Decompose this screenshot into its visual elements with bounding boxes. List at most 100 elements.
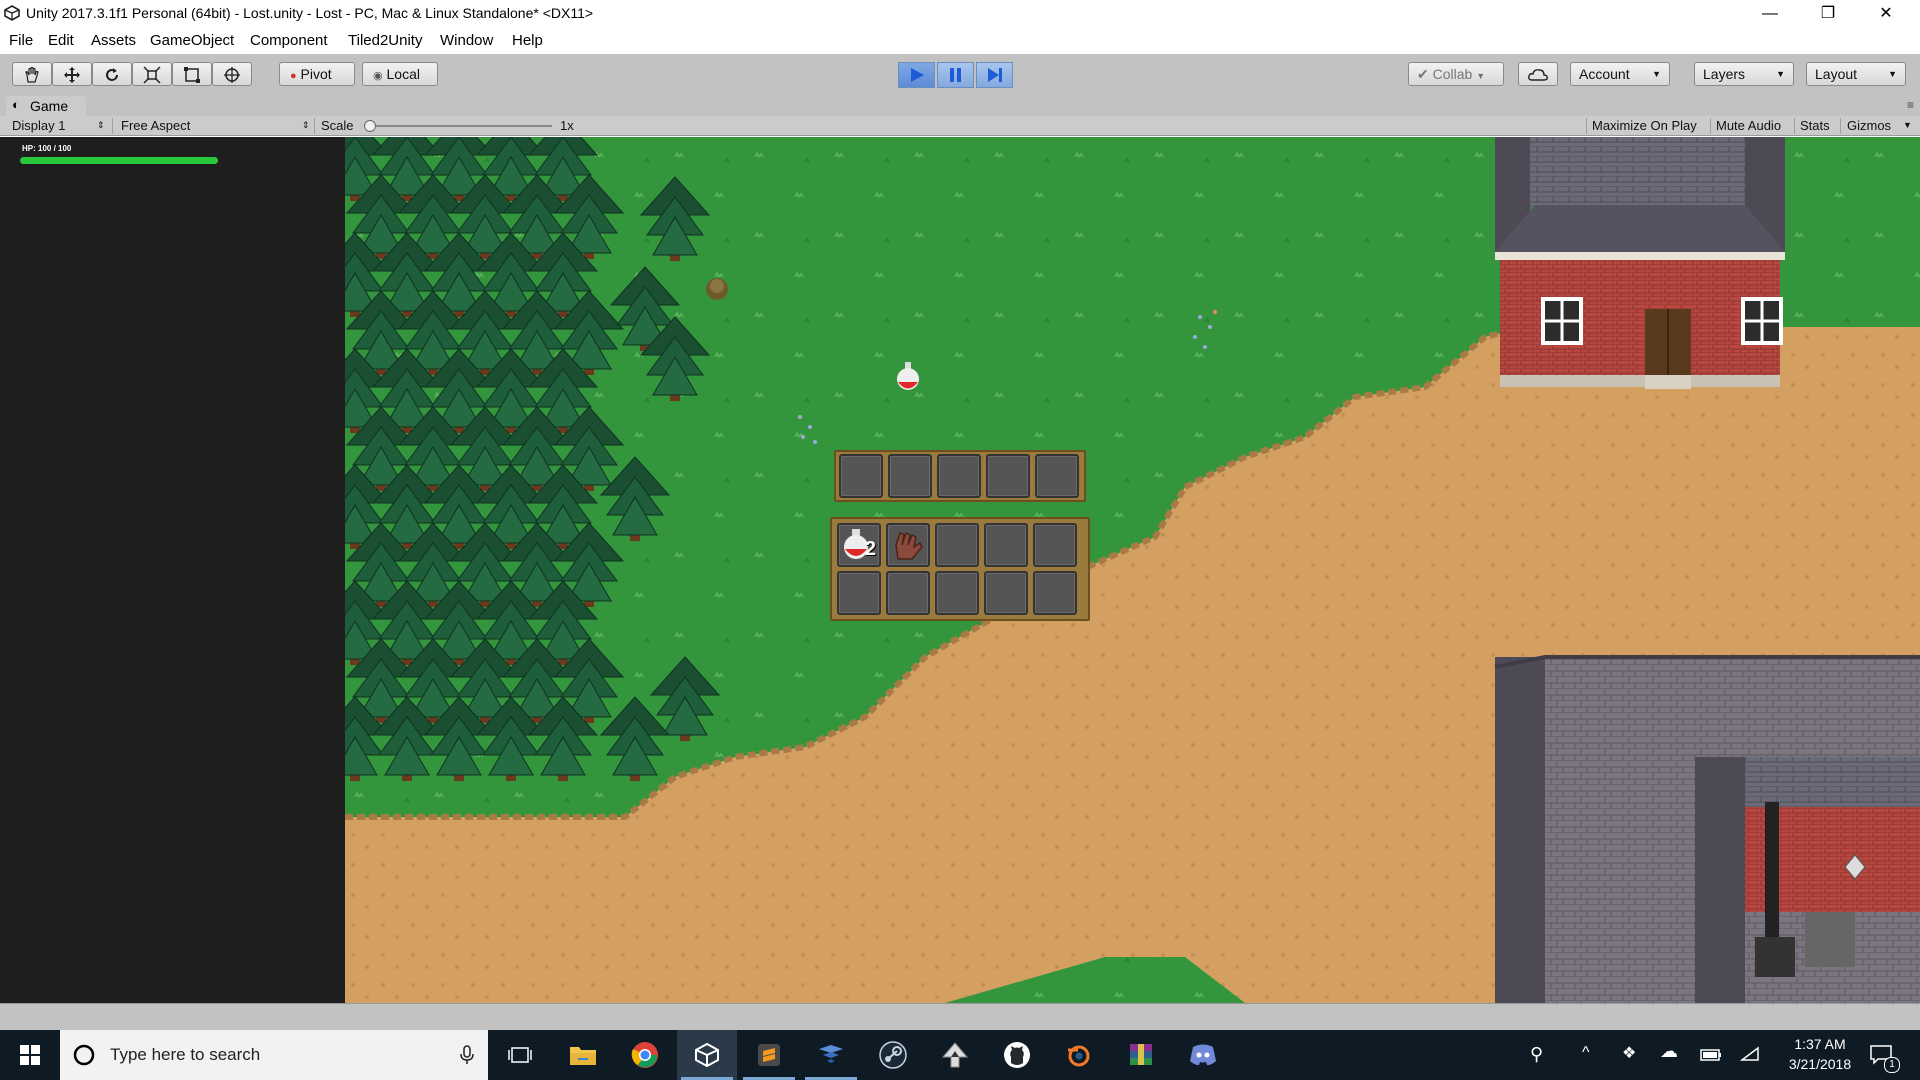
window-title-bar: Unity 2017.3.1f1 Personal (64bit) - Lost…	[0, 0, 1920, 28]
layers-dropdown[interactable]: Layers ▼	[1694, 62, 1794, 86]
blender-icon	[1068, 1045, 1090, 1067]
account-dropdown[interactable]: Account ▼	[1570, 62, 1670, 86]
inventory-slot[interactable]	[984, 571, 1028, 615]
cloud-button[interactable]	[1518, 62, 1558, 86]
inventory-slot[interactable]	[886, 523, 930, 567]
unity-icon	[695, 1042, 719, 1068]
blacksmith-building	[1494, 655, 1920, 1003]
gizmos-dropdown[interactable]: Gizmos	[1847, 118, 1891, 134]
onedrive-icon[interactable]: ☁	[1660, 1041, 1678, 1062]
clock-date[interactable]: 3/21/2018	[1780, 1056, 1860, 1072]
microphone-icon	[460, 1045, 474, 1064]
menu-component[interactable]: Component	[250, 32, 328, 49]
hotbar-slot[interactable]	[839, 454, 883, 498]
aspect-dropdown[interactable]: Free Aspect	[121, 118, 190, 134]
layout-dropdown[interactable]: Layout ▼	[1806, 62, 1906, 86]
menu-help[interactable]: Help	[512, 32, 543, 49]
hotbar-slot[interactable]	[1035, 454, 1079, 498]
task-view-button[interactable]	[490, 1030, 550, 1080]
taskbar-unity[interactable]	[677, 1030, 737, 1080]
clock-time[interactable]: 1:37 AM	[1780, 1036, 1860, 1052]
taskbar-steam[interactable]	[863, 1030, 923, 1080]
chevron-up-icon[interactable]: ^	[1582, 1044, 1590, 1062]
hotbar-slot[interactable]	[937, 454, 981, 498]
taskbar-winrar[interactable]	[1111, 1030, 1171, 1080]
menu-gameobject[interactable]: GameObject	[150, 32, 234, 49]
taskbar-chrome[interactable]	[615, 1030, 675, 1080]
panel-menu-icon[interactable]: ≡	[1907, 98, 1914, 112]
menu-window[interactable]: Window	[440, 32, 493, 49]
rotate-tool-icon[interactable]	[92, 62, 132, 86]
collab-dropdown[interactable]: ✔ Collab ▼	[1408, 62, 1504, 86]
tab-game[interactable]: ◐ Game	[6, 96, 86, 116]
layers-label: Layers	[1703, 66, 1746, 82]
scale-slider-handle[interactable]	[364, 120, 376, 132]
taskbar-github[interactable]	[987, 1030, 1047, 1080]
maximize-on-play-toggle[interactable]: Maximize On Play	[1592, 118, 1697, 134]
layout-label: Layout	[1815, 66, 1858, 82]
inventory-slot[interactable]	[837, 571, 881, 615]
taskbar-tiled[interactable]	[801, 1030, 861, 1080]
inventory-slot[interactable]	[984, 523, 1028, 567]
stats-toggle[interactable]: Stats	[1800, 118, 1830, 134]
hotbar-slot[interactable]	[888, 454, 932, 498]
pause-button[interactable]	[937, 62, 974, 88]
menu-edit[interactable]: Edit	[48, 32, 74, 49]
inventory-slot[interactable]	[935, 571, 979, 615]
divider	[314, 118, 315, 134]
rect-tool-icon[interactable]	[172, 62, 212, 86]
transform-tool-icon[interactable]	[212, 62, 252, 86]
windows-logo-icon	[20, 1045, 40, 1065]
sublime-text-icon	[758, 1044, 780, 1066]
inventory-slot[interactable]	[1033, 523, 1077, 567]
inventory-slot[interactable]	[935, 523, 979, 567]
inventory-panel: 2	[830, 517, 1090, 621]
collab-check-icon: ✔	[1417, 66, 1429, 82]
scale-tool-icon[interactable]	[132, 62, 172, 86]
taskbar-discord[interactable]	[1173, 1030, 1233, 1080]
taskbar-inkscape[interactable]	[925, 1030, 985, 1080]
menu-tiled2unity[interactable]: Tiled2Unity	[348, 32, 422, 49]
winrar-icon	[1130, 1044, 1152, 1065]
minimize-button[interactable]: —	[1742, 0, 1798, 28]
taskbar-blender[interactable]	[1049, 1030, 1109, 1080]
taskbar-sublime[interactable]	[739, 1030, 799, 1080]
start-button[interactable]	[0, 1030, 60, 1080]
taskbar-file-explorer[interactable]	[553, 1030, 613, 1080]
inventory-slot[interactable]	[886, 571, 930, 615]
folder-icon	[570, 1047, 596, 1065]
display-dropdown[interactable]: Display 1	[12, 118, 65, 134]
hp-bar-track	[20, 157, 218, 164]
mute-audio-toggle[interactable]: Mute Audio	[1716, 118, 1781, 134]
move-tool-icon[interactable]	[52, 62, 92, 86]
chevron-updown-icon: ⇕	[302, 120, 310, 130]
game-view[interactable]: HP: 100 / 100 2	[0, 137, 1920, 1003]
close-button[interactable]: ✕	[1858, 0, 1914, 28]
menu-assets[interactable]: Assets	[91, 32, 136, 49]
game-tab-bar: ◐ Game ≡	[0, 96, 1920, 116]
divider	[1840, 118, 1841, 134]
pivot-toggle[interactable]: ● Pivot	[279, 62, 355, 86]
chrome-icon	[631, 1042, 658, 1068]
divider	[1586, 118, 1587, 134]
maximize-button[interactable]: ❐	[1800, 0, 1856, 28]
local-icon: ◉	[373, 70, 383, 82]
github-icon	[1004, 1042, 1030, 1068]
hand-tool-icon[interactable]	[12, 62, 52, 86]
hotbar-slot[interactable]	[986, 454, 1030, 498]
dropbox-icon[interactable]: ❖	[1622, 1043, 1636, 1063]
game-view-controls: Display 1 ⇕ Free Aspect ⇕ Scale 1x Maxim…	[0, 116, 1920, 136]
battery-icon[interactable]	[1700, 1049, 1722, 1061]
inventory-slot[interactable]	[1033, 571, 1077, 615]
scale-slider-track[interactable]	[364, 125, 552, 127]
potion-count: 2	[864, 538, 876, 560]
search-box[interactable]: Type here to search	[60, 1030, 488, 1080]
step-button[interactable]	[976, 62, 1013, 88]
menu-file[interactable]: File	[9, 32, 33, 49]
play-button[interactable]	[898, 62, 935, 88]
inventory-slot[interactable]: 2	[837, 523, 881, 567]
hotbar-panel	[834, 450, 1086, 502]
wifi-icon[interactable]	[1740, 1046, 1760, 1064]
local-toggle[interactable]: ◉ Local	[362, 62, 438, 86]
people-icon[interactable]: ⚲	[1530, 1044, 1543, 1065]
